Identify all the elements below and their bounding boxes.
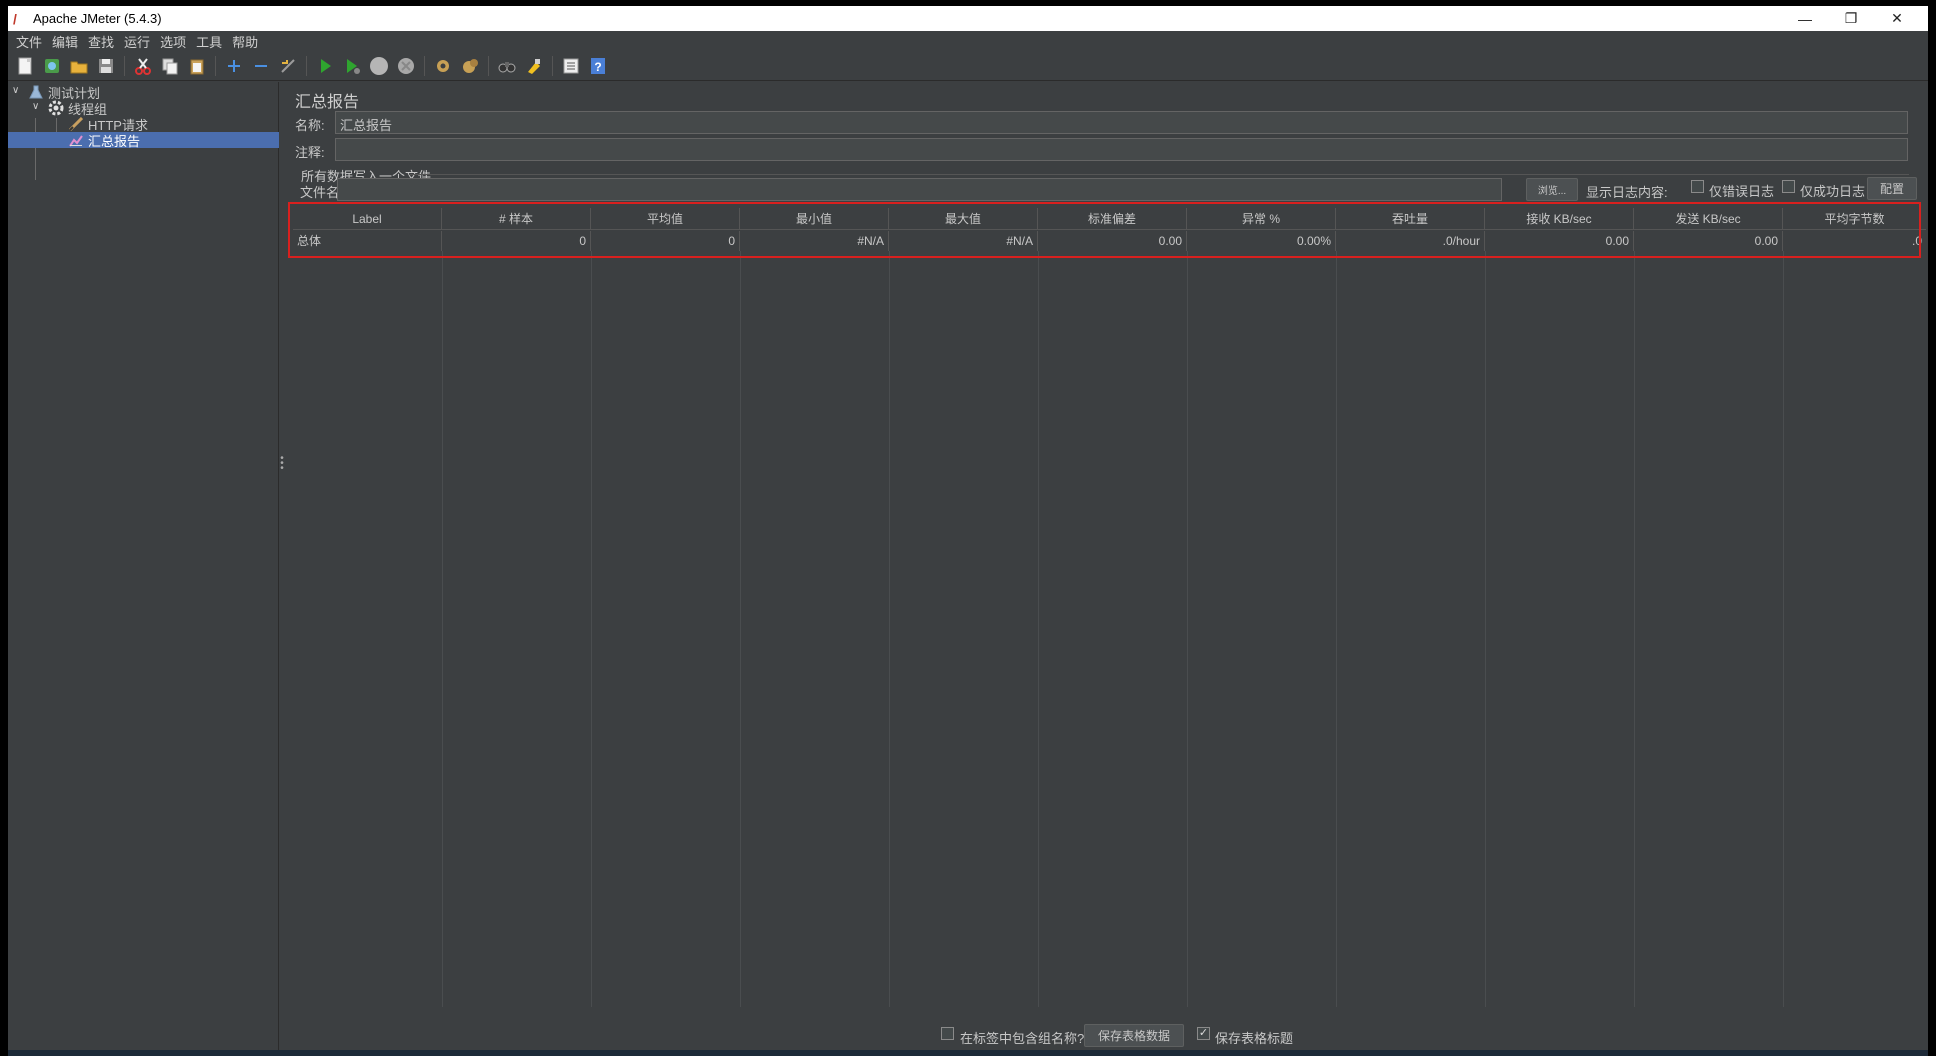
sampler-pen-icon [68,116,84,132]
minimize-button[interactable]: — [1782,6,1828,31]
column-divider [1783,251,1784,1007]
taskbar-strip [8,1050,1928,1056]
include-group-checkbox[interactable] [941,1027,954,1040]
tree-connector [35,118,36,180]
toolbar-separator [488,55,489,76]
results-table: Label # 样本 平均值 最小值 最大值 标准偏差 异常 % 吞吐量 接收 … [285,198,1928,1018]
toolbar-separator [124,55,125,76]
column-divider [1634,251,1635,1007]
stop-icon[interactable] [368,55,390,77]
comment-field[interactable] [335,138,1908,161]
save-icon[interactable] [95,55,117,77]
menu-tools[interactable]: 工具 [191,32,227,51]
start-icon[interactable] [314,55,336,77]
toolbar-separator [215,55,216,76]
copy-icon[interactable] [159,55,181,77]
collapse-icon[interactable] [250,55,272,77]
column-divider [740,251,741,1007]
toolbar: ? [8,51,1928,81]
page-title: 汇总报告 [295,94,360,111]
summary-report-panel: 汇总报告 名称: 汇总报告 注释: 所有数据写入一个文件 文件名 浏览... 显… [285,82,1928,1050]
errors-only-checkbox[interactable] [1691,180,1704,193]
reset-search-icon[interactable] [523,55,545,77]
column-divider [1485,251,1486,1007]
expand-icon[interactable] [223,55,245,77]
help-icon[interactable]: ? [587,55,609,77]
shutdown-icon[interactable] [395,55,417,77]
svg-text:?: ? [594,60,601,74]
include-group-label: 在标签中包含组名称? [960,1031,1085,1046]
tree-item-label: 汇总报告 [88,133,141,149]
tree-item-summary-report[interactable]: 汇总报告 [8,132,279,149]
save-header-label: 保存表格标题 [1215,1031,1294,1046]
test-plan-tree: ∨ 测试计划 ∨ 线程组 HTTP请求 汇总报告 [8,82,279,1050]
column-divider [1187,251,1188,1007]
open-icon[interactable] [68,55,90,77]
save-header-checkbox[interactable]: ✓ [1197,1027,1210,1040]
chevron-down-icon[interactable]: ∨ [32,101,39,112]
test-plan-icon [28,84,44,100]
menu-options[interactable]: 选项 [155,32,191,51]
menu-bar: 文件 编辑 查找 运行 选项 工具 帮助 [8,31,1928,51]
chevron-down-icon[interactable]: ∨ [12,85,19,96]
close-button[interactable]: ✕ [1874,6,1920,31]
highlight-annotation-box [288,202,1921,258]
jmeter-feather-icon: / [13,10,17,27]
clear-icon[interactable] [432,55,454,77]
menu-search[interactable]: 查找 [83,32,119,51]
column-divider [1038,251,1039,1007]
save-table-data-button[interactable]: 保存表格数据 [1084,1024,1184,1047]
report-chart-icon [68,132,84,148]
column-divider [591,251,592,1007]
comment-label: 注释: [295,145,325,160]
start-no-pause-icon[interactable] [341,55,363,77]
templates-icon[interactable] [41,55,63,77]
toolbar-separator [306,55,307,76]
menu-help[interactable]: 帮助 [227,32,263,51]
bottom-bar: 在标签中包含组名称? 保存表格数据 ✓ 保存表格标题 [285,1018,1928,1050]
column-divider [1336,251,1337,1007]
window-title: Apache JMeter (5.4.3) [33,11,162,26]
menu-file[interactable]: 文件 [11,32,47,51]
configure-button[interactable]: 配置 [1867,177,1917,200]
menu-edit[interactable]: 编辑 [47,32,83,51]
clear-all-icon[interactable] [459,55,481,77]
title-bar: / Apache JMeter (5.4.3) — ❐ ✕ [8,6,1928,31]
function-helper-icon[interactable] [560,55,582,77]
menu-run[interactable]: 运行 [119,32,155,51]
jmeter-window: / Apache JMeter (5.4.3) — ❐ ✕ 文件 编辑 查找 运… [8,6,1928,1050]
success-only-checkbox[interactable] [1782,180,1795,193]
toolbar-separator [424,55,425,76]
cut-icon[interactable] [132,55,154,77]
thread-group-gear-icon [48,100,64,116]
name-field[interactable]: 汇总报告 [335,111,1908,134]
toolbar-separator [552,55,553,76]
search-icon[interactable] [496,55,518,77]
paste-icon[interactable] [186,55,208,77]
restore-button[interactable]: ❐ [1828,6,1874,31]
column-divider [889,251,890,1007]
column-divider [442,251,443,1007]
name-label: 名称: [295,118,325,133]
toggle-icon[interactable] [277,55,299,77]
new-icon[interactable] [14,55,36,77]
group-divider [409,174,1909,175]
